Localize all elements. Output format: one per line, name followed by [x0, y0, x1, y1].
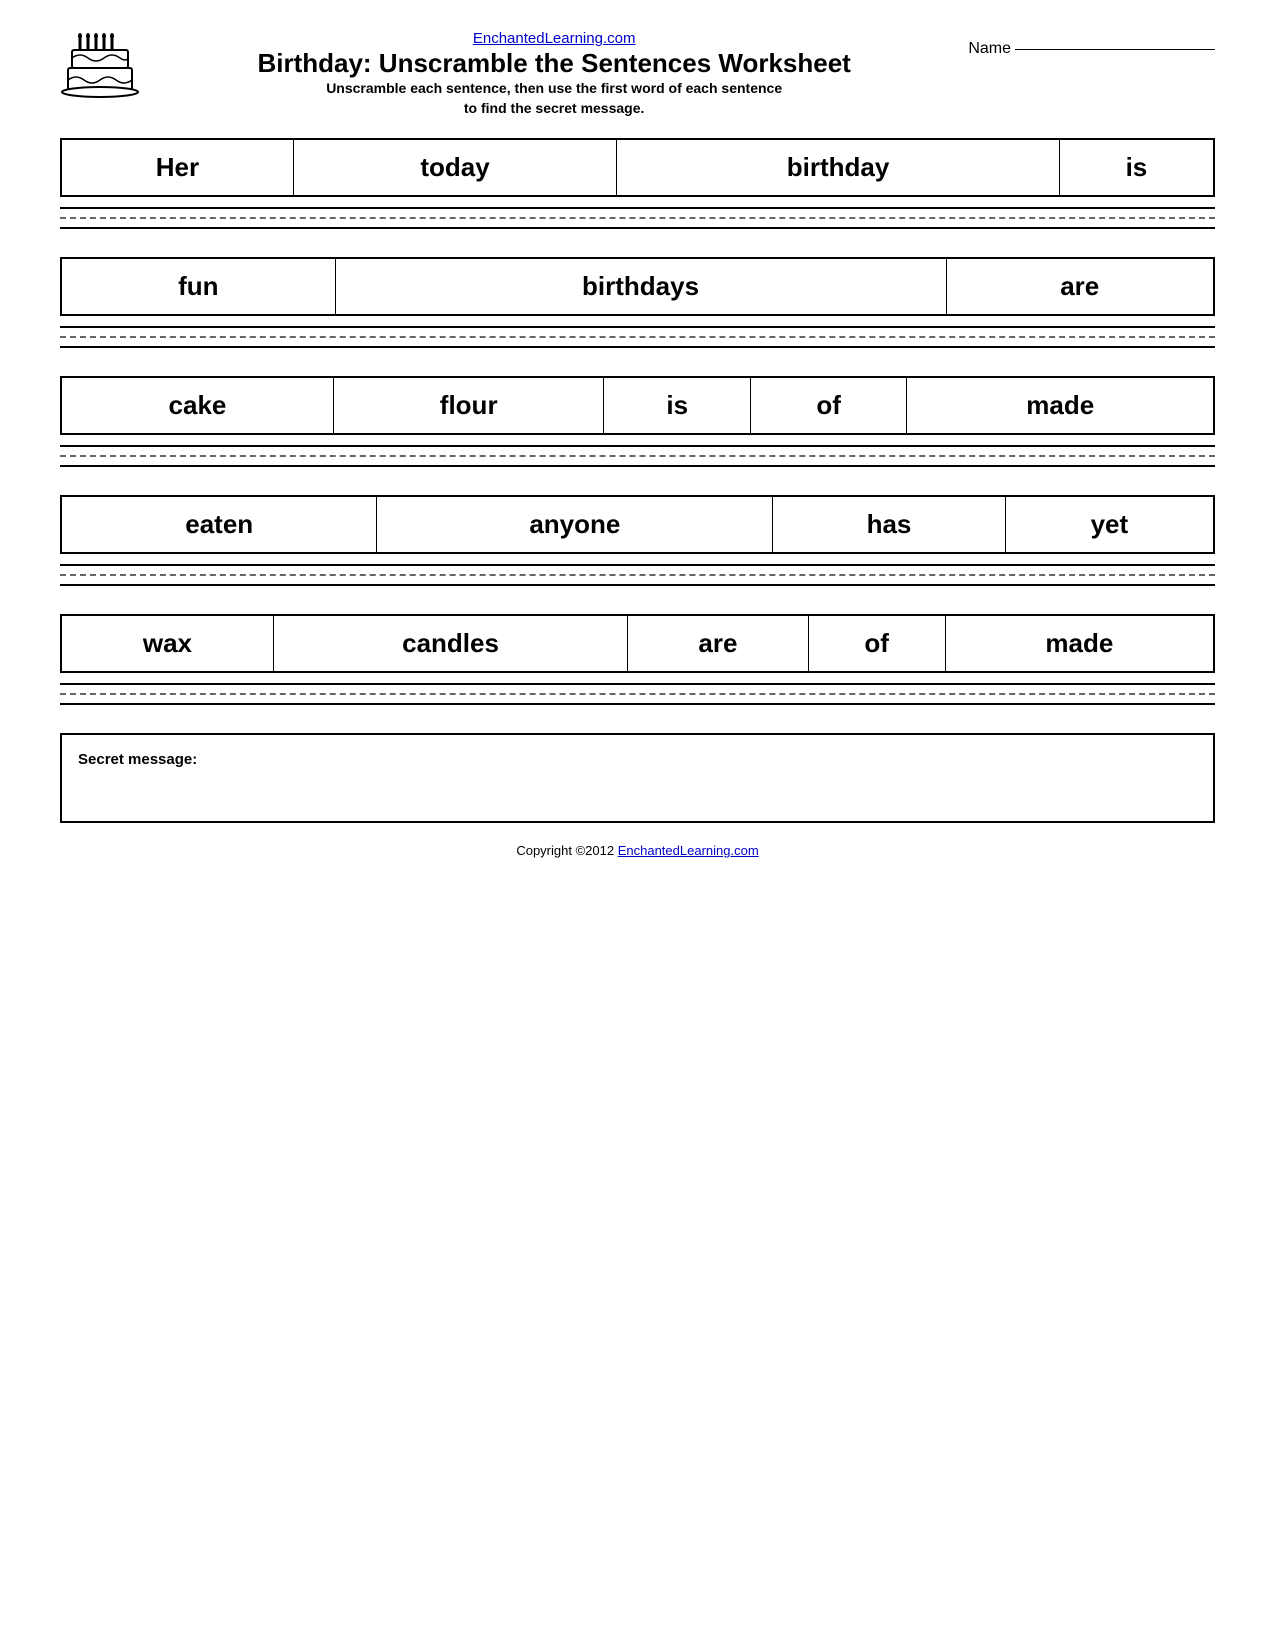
solid-line-bottom-1 — [60, 227, 1215, 229]
word-cell-4-1: eaten — [61, 496, 377, 553]
worksheet-title: Birthday: Unscramble the Sentences Works… — [156, 48, 952, 79]
secret-message-label: Secret message: — [78, 751, 197, 768]
word-table-5: waxcandlesareofmade — [60, 614, 1215, 673]
sentence-block-5: waxcandlesareofmade — [60, 614, 1215, 705]
word-table-4: eatenanyonehasyet — [60, 495, 1215, 554]
cake-icon — [60, 30, 140, 110]
word-table-3: cakeflourisofmade — [60, 376, 1215, 435]
word-cell-3-4: of — [751, 377, 907, 434]
name-field: Name — [968, 30, 1215, 58]
word-cell-3-5: made — [907, 377, 1214, 434]
site-link[interactable]: EnchantedLearning.com — [473, 30, 636, 47]
solid-line-top-5 — [60, 683, 1215, 685]
dotted-line-2 — [60, 336, 1215, 338]
word-cell-4-3: has — [773, 496, 1006, 553]
word-cell-2-3: are — [946, 258, 1214, 315]
copyright-year: ©2012 — [576, 843, 615, 858]
sentence-block-3: cakeflourisofmade — [60, 376, 1215, 467]
name-label: Name — [968, 40, 1011, 58]
footer-site-link[interactable]: EnchantedLearning.com — [618, 843, 759, 858]
solid-line-top-1 — [60, 207, 1215, 209]
sentence-block-2: funbirthdaysare — [60, 257, 1215, 348]
footer: Copyright ©2012 EnchantedLearning.com — [60, 843, 1215, 858]
word-cell-1-2: today — [293, 139, 617, 196]
header-text: EnchantedLearning.com Birthday: Unscramb… — [156, 30, 952, 118]
worksheet-subtitle: Unscramble each sentence, then use the f… — [156, 79, 952, 118]
word-cell-2-1: fun — [61, 258, 335, 315]
page-header: EnchantedLearning.com Birthday: Unscramb… — [60, 30, 1215, 118]
dotted-line-4 — [60, 574, 1215, 576]
dotted-line-3 — [60, 455, 1215, 457]
solid-line-bottom-3 — [60, 465, 1215, 467]
word-cell-3-2: flour — [333, 377, 603, 434]
solid-line-top-4 — [60, 564, 1215, 566]
word-cell-5-3: are — [628, 615, 809, 672]
word-cell-3-3: is — [604, 377, 751, 434]
solid-line-bottom-5 — [60, 703, 1215, 705]
word-cell-4-4: yet — [1005, 496, 1214, 553]
word-cell-5-2: candles — [273, 615, 627, 672]
sentence-block-1: Hertodaybirthdayis — [60, 138, 1215, 229]
dotted-line-1 — [60, 217, 1215, 219]
word-cell-5-4: of — [808, 615, 945, 672]
copyright-text: Copyright — [516, 843, 572, 858]
solid-line-top-2 — [60, 326, 1215, 328]
dotted-line-5 — [60, 693, 1215, 695]
word-cell-3-1: cake — [61, 377, 333, 434]
word-cell-4-2: anyone — [377, 496, 773, 553]
word-table-2: funbirthdaysare — [60, 257, 1215, 316]
word-cell-5-5: made — [945, 615, 1214, 672]
word-cell-2-2: birthdays — [335, 258, 946, 315]
name-line[interactable] — [1015, 49, 1215, 50]
word-cell-1-1: Her — [61, 139, 293, 196]
solid-line-top-3 — [60, 445, 1215, 447]
sentence-block-4: eatenanyonehasyet — [60, 495, 1215, 586]
solid-line-bottom-4 — [60, 584, 1215, 586]
secret-message-box: Secret message: — [60, 733, 1215, 823]
sentences-container: Hertodaybirthdayisfunbirthdaysarecakeflo… — [60, 138, 1215, 705]
word-table-1: Hertodaybirthdayis — [60, 138, 1215, 197]
word-cell-1-3: birthday — [617, 139, 1060, 196]
word-cell-5-1: wax — [61, 615, 273, 672]
word-cell-1-4: is — [1059, 139, 1214, 196]
solid-line-bottom-2 — [60, 346, 1215, 348]
